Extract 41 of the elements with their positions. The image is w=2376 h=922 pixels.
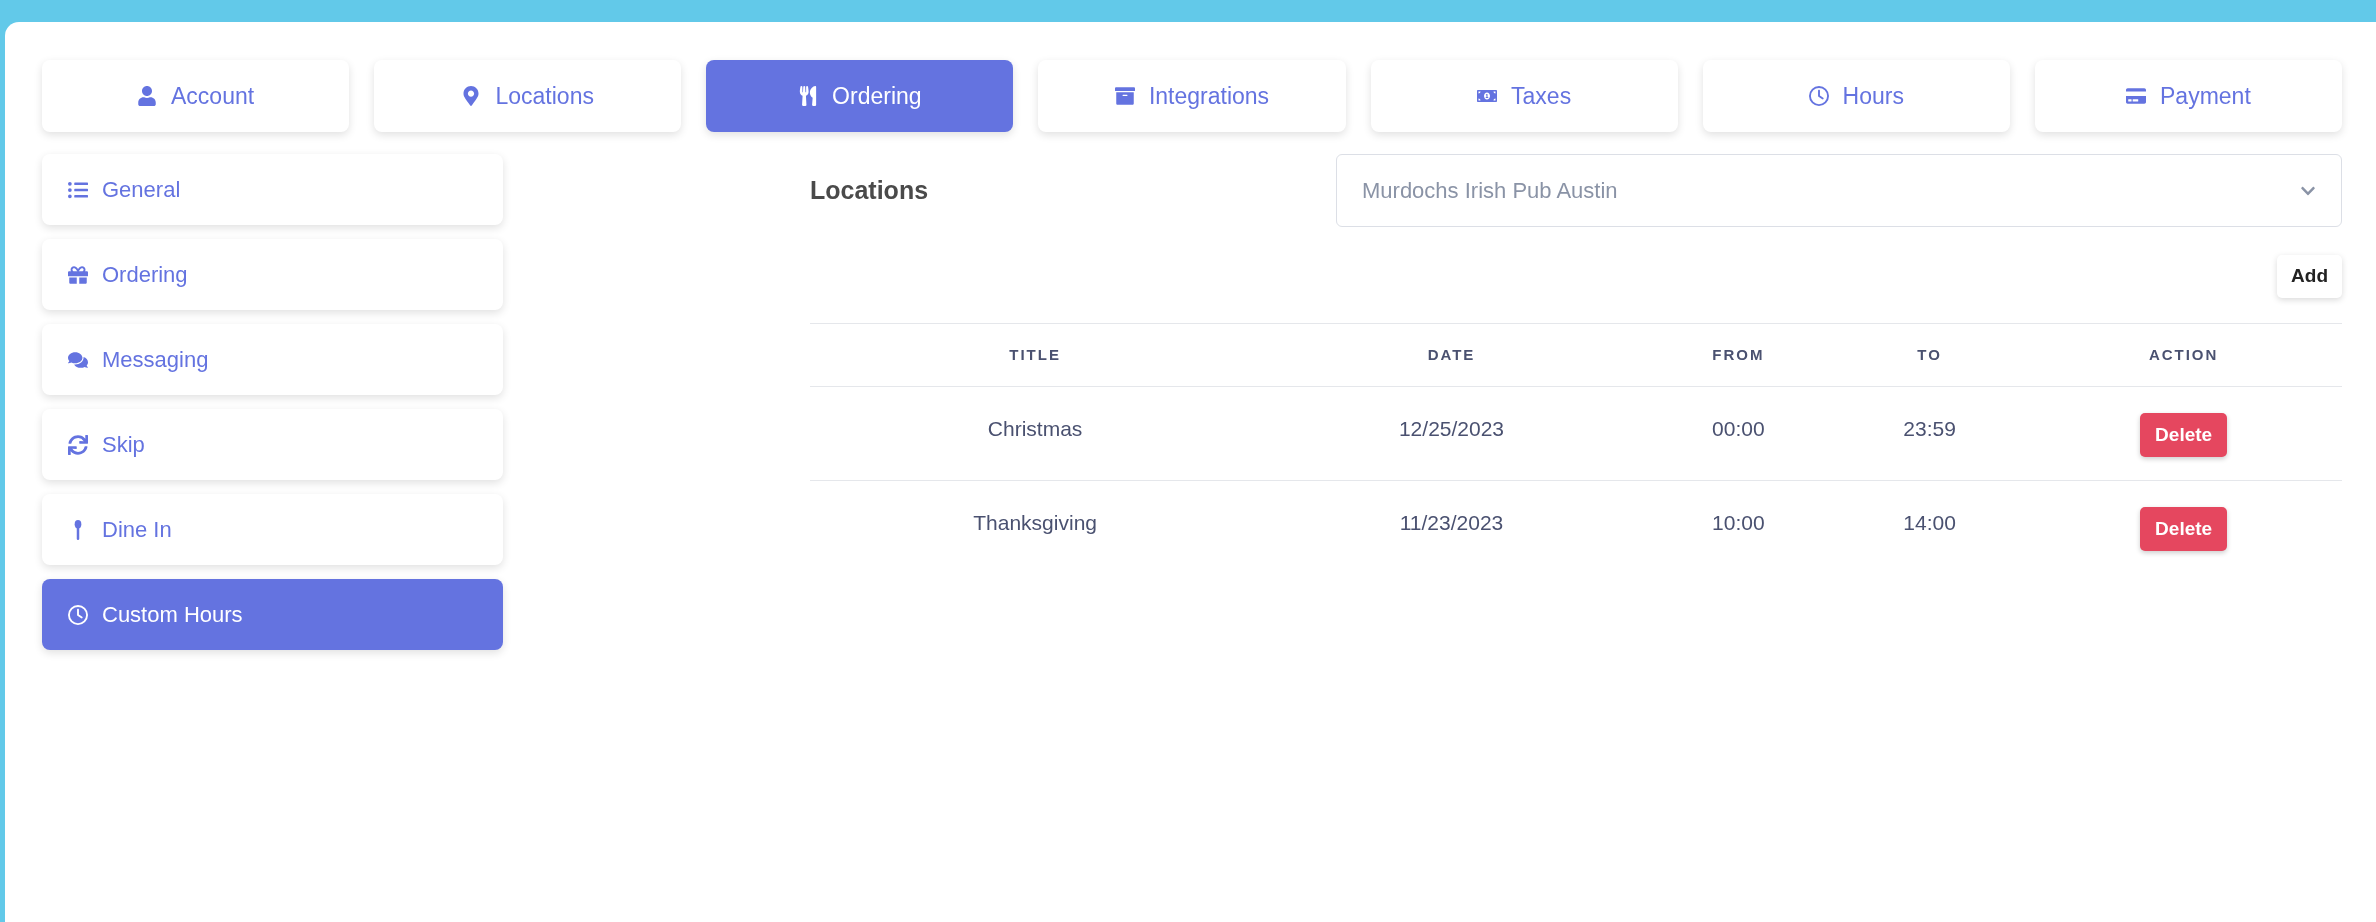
delete-button[interactable]: Delete — [2140, 413, 2228, 457]
sidebar-item[interactable]: General — [42, 154, 503, 225]
chat-bubbles-icon — [68, 349, 88, 370]
table-cell: 10:00 — [1712, 511, 1765, 534]
archive-box-icon — [1114, 86, 1135, 106]
refresh-icon — [68, 434, 88, 455]
delete-button[interactable]: Delete — [2140, 507, 2228, 551]
add-button[interactable]: Add — [2277, 255, 2342, 298]
tab[interactable]: Account — [42, 60, 350, 132]
column-header: ACTION — [2148, 346, 2219, 363]
tab[interactable]: Payment — [2034, 60, 2342, 132]
sidebar-item[interactable]: Custom Hours — [42, 579, 503, 650]
field-label: Locations — [810, 174, 930, 206]
table-cell: 14:00 — [1903, 511, 1956, 534]
sidebar-item[interactable]: Ordering — [42, 239, 503, 310]
column-header: TO — [1917, 346, 1942, 363]
column-header: FROM — [1712, 346, 1765, 363]
sidebar-item[interactable]: Dine In — [42, 494, 503, 565]
tab[interactable]: Integrations — [1038, 60, 1346, 132]
table-cell: Thanksgiving — [973, 511, 1097, 534]
table-cell: 23:59 — [1903, 417, 1956, 440]
clock-icon — [1808, 86, 1829, 106]
list-icon — [68, 179, 88, 200]
table-cell: 11/23/2023 — [1399, 511, 1504, 534]
sidebar-item[interactable]: Skip — [42, 409, 503, 480]
credit-card-icon — [2126, 86, 2147, 106]
clock-icon — [68, 604, 88, 625]
fork-knife-icon — [798, 86, 819, 106]
table-cell: Christmas — [987, 417, 1083, 440]
tab[interactable]: Hours — [1702, 60, 2010, 132]
column-header: TITLE — [1009, 346, 1061, 363]
person-icon — [137, 86, 157, 106]
column-header: DATE — [1427, 346, 1476, 363]
sidebar-item[interactable]: Messaging — [42, 324, 503, 395]
table-cell: 00:00 — [1712, 417, 1765, 440]
table-cell: 12/25/2023 — [1398, 417, 1505, 440]
gift-icon — [68, 264, 88, 285]
tab[interactable]: Taxes — [1370, 60, 1678, 132]
location-select[interactable]: Murdochs Irish Pub Austin — [1336, 154, 2342, 227]
tab[interactable]: Locations — [374, 60, 682, 132]
tab[interactable]: Ordering — [706, 60, 1014, 132]
